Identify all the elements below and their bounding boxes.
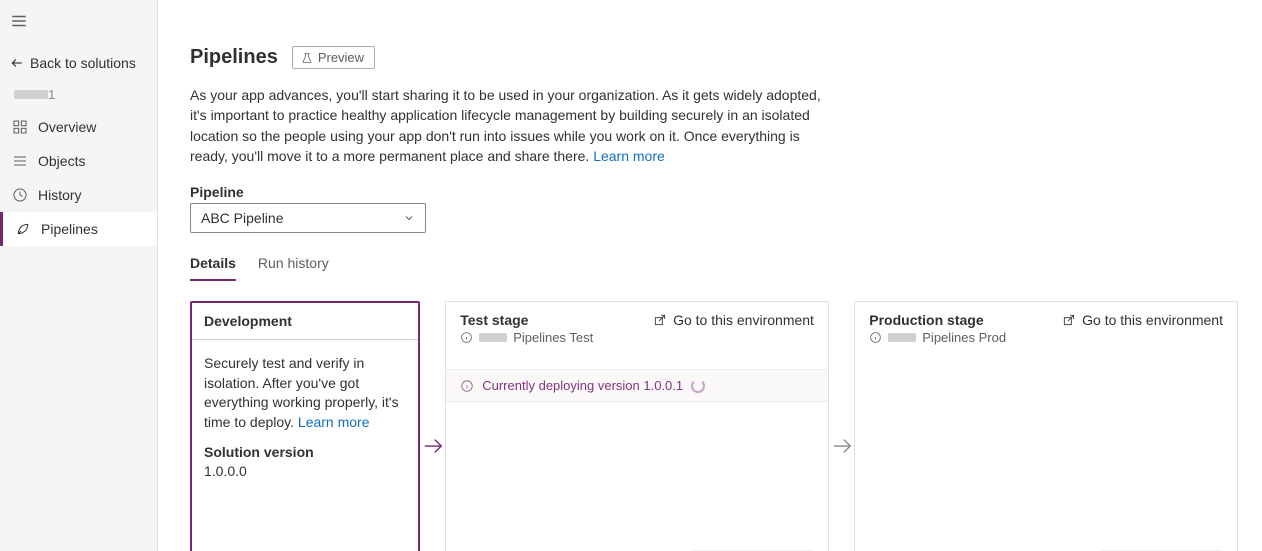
beaker-icon <box>301 52 313 64</box>
main-content: Pipelines Preview As your app advances, … <box>158 0 1262 551</box>
sidebar-item-objects[interactable]: Objects <box>0 144 157 178</box>
stage-test-env: Pipelines Test <box>460 330 593 345</box>
solution-name: 1 <box>0 81 157 110</box>
stage-test: Test stage Pipelines Test Go to this env… <box>445 301 829 551</box>
stage-dev-learn-more[interactable]: Learn more <box>298 414 370 430</box>
rocket-icon <box>15 221 31 237</box>
stage-prod-title: Production stage <box>869 312 1006 328</box>
stages-row: Development Securely test and verify in … <box>190 301 1238 551</box>
tabs: Details Run history <box>190 255 1238 281</box>
nav-label: Pipelines <box>41 221 98 237</box>
deploying-banner: Currently deploying version 1.0.0.1 <box>446 369 828 402</box>
stage-prod: Production stage Pipelines Prod Go to th… <box>854 301 1238 551</box>
spinner-icon <box>691 379 705 393</box>
nav-label: Objects <box>38 153 85 169</box>
solution-version: 1.0.0.0 <box>204 462 406 482</box>
stage-dev: Development Securely test and verify in … <box>190 301 420 551</box>
tab-details[interactable]: Details <box>190 255 236 281</box>
open-new-icon <box>1062 313 1076 327</box>
tab-run-history[interactable]: Run history <box>258 255 329 281</box>
info-icon <box>460 379 474 393</box>
goto-prod-env[interactable]: Go to this environment <box>1062 312 1223 328</box>
stage-prod-env: Pipelines Prod <box>869 330 1006 345</box>
nav-label: Overview <box>38 119 96 135</box>
header: Pipelines Preview <box>190 46 1238 69</box>
info-icon <box>869 331 882 344</box>
sidebar-item-history[interactable]: History <box>0 178 157 212</box>
nav-list: Overview Objects History Pipelines <box>0 110 157 246</box>
open-new-icon <box>653 313 667 327</box>
menu-toggle[interactable] <box>0 8 157 37</box>
page-title: Pipelines <box>190 46 278 69</box>
sidebar-item-overview[interactable]: Overview <box>0 110 157 144</box>
arrow-right-icon <box>831 435 853 457</box>
stage-dev-title: Development <box>204 313 292 329</box>
arrow-dev-to-test <box>420 301 445 551</box>
deploying-text: Currently deploying version 1.0.0.1 <box>482 378 683 393</box>
arrow-test-to-prod <box>829 301 854 551</box>
sidebar-item-pipelines[interactable]: Pipelines <box>0 212 157 246</box>
info-icon <box>460 331 473 344</box>
preview-badge: Preview <box>292 46 375 69</box>
objects-icon <box>12 153 28 169</box>
arrow-right-icon <box>422 435 444 457</box>
stage-test-title: Test stage <box>460 312 593 328</box>
pipeline-select[interactable]: ABC Pipeline <box>190 203 426 233</box>
arrow-left-icon <box>10 56 24 70</box>
chevron-down-icon <box>403 212 415 224</box>
solution-version-label: Solution version <box>204 443 406 463</box>
history-icon <box>12 187 28 203</box>
back-label: Back to solutions <box>30 55 136 71</box>
page-description: As your app advances, you'll start shari… <box>190 85 830 166</box>
grid-icon <box>12 119 28 135</box>
sidebar: Back to solutions 1 Overview Objects His… <box>0 0 158 551</box>
back-to-solutions[interactable]: Back to solutions <box>0 45 157 81</box>
pipeline-select-label: Pipeline <box>190 184 1238 200</box>
goto-test-env[interactable]: Go to this environment <box>653 312 814 328</box>
pipeline-selected: ABC Pipeline <box>201 210 284 226</box>
learn-more-link[interactable]: Learn more <box>593 148 665 164</box>
nav-label: History <box>38 187 82 203</box>
preview-label: Preview <box>318 50 364 65</box>
